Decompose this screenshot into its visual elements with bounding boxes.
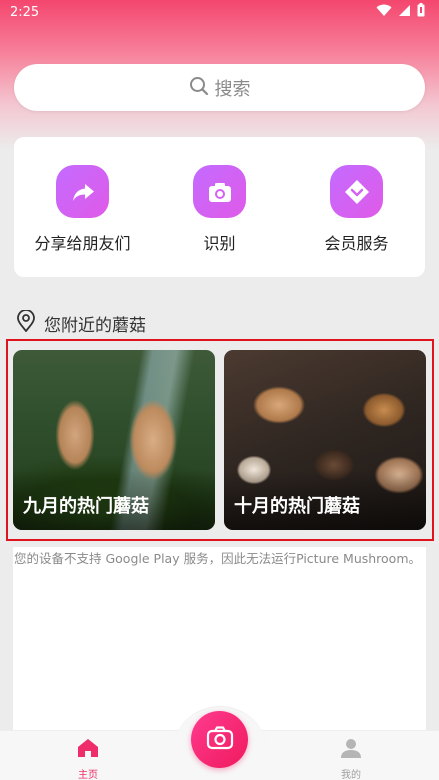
camera-icon bbox=[206, 725, 234, 755]
nearby-section-heading: 您附近的蘑菇 bbox=[16, 309, 146, 336]
status-bar: 2:25 bbox=[0, 0, 439, 24]
search-placeholder: 搜索 bbox=[214, 78, 251, 100]
identify-action[interactable]: 识别 bbox=[155, 165, 285, 254]
membership-action[interactable]: 会员服务 bbox=[292, 165, 422, 254]
quick-actions-card: 分享给朋友们 识别 会员服务 bbox=[14, 137, 425, 277]
october-mushrooms-card[interactable]: 十月的热门蘑菇 bbox=[224, 350, 426, 530]
person-icon bbox=[340, 738, 362, 762]
play-services-notice: 您的设备不支持 Google Play 服务，因此无法运行Picture Mus… bbox=[14, 551, 422, 566]
nav-home-label: 主页 bbox=[78, 770, 98, 780]
september-mushrooms-card[interactable]: 九月的热门蘑菇 bbox=[13, 350, 215, 530]
camera-icon bbox=[193, 165, 246, 218]
nav-me[interactable]: 我的 bbox=[321, 738, 381, 780]
battery-icon bbox=[417, 3, 425, 21]
search-bar[interactable]: 搜索 bbox=[14, 64, 425, 111]
signal-icon bbox=[398, 4, 411, 21]
nav-home[interactable]: 主页 bbox=[58, 738, 118, 780]
status-icons bbox=[376, 3, 425, 21]
app-screen: 2:25 搜索 分享给朋友们 识别 会员服务 您附近的蘑菇 九月的热门蘑菇 十月… bbox=[0, 0, 439, 780]
heart-badge-icon bbox=[330, 165, 383, 218]
share-action[interactable]: 分享给朋友们 bbox=[18, 165, 148, 254]
october-card-title: 十月的热门蘑菇 bbox=[234, 496, 360, 517]
search-icon bbox=[189, 76, 209, 100]
membership-action-label: 会员服务 bbox=[324, 234, 389, 253]
identify-action-label: 识别 bbox=[203, 234, 236, 253]
nearby-section-title: 您附近的蘑菇 bbox=[44, 315, 146, 336]
camera-fab-button[interactable] bbox=[191, 711, 248, 768]
nav-me-label: 我的 bbox=[341, 770, 361, 780]
share-arrow-icon bbox=[56, 165, 109, 218]
status-time: 2:25 bbox=[10, 4, 40, 20]
location-pin-icon bbox=[16, 309, 36, 336]
share-action-label: 分享给朋友们 bbox=[34, 234, 131, 253]
home-icon bbox=[77, 738, 99, 762]
september-card-title: 九月的热门蘑菇 bbox=[23, 496, 149, 517]
wifi-icon bbox=[376, 4, 392, 21]
